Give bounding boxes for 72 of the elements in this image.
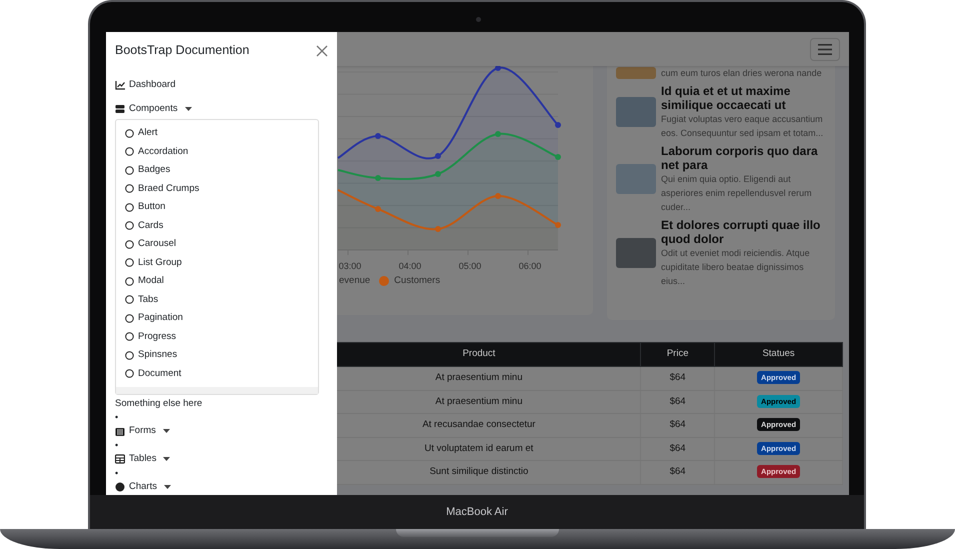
table-cell: $64 bbox=[640, 366, 715, 390]
menu-icon bbox=[818, 44, 832, 54]
list-bullet: • bbox=[115, 439, 120, 452]
caret-icon bbox=[184, 107, 192, 111]
caret-icon bbox=[162, 429, 170, 433]
dropdown-item[interactable]: Document bbox=[116, 364, 318, 383]
dropdown-item[interactable]: Modal bbox=[116, 272, 318, 290]
chart-icon bbox=[115, 80, 125, 90]
circle-icon bbox=[125, 332, 134, 342]
circle-icon bbox=[125, 221, 134, 230]
dropdown-item[interactable]: Badges bbox=[116, 161, 318, 180]
offcanvas-title: BootsTrap Documention bbox=[115, 43, 250, 58]
legend-label: evenue bbox=[339, 274, 370, 288]
axis-label: 04:00 bbox=[398, 261, 422, 271]
circle-icon bbox=[125, 184, 134, 194]
photo-placeholder bbox=[616, 164, 656, 194]
news-title[interactable]: Id quia et et ut maxime similique occaecati ut bbox=[661, 84, 828, 112]
axis-label: 05:00 bbox=[458, 261, 482, 271]
table-cell: $64 bbox=[640, 390, 715, 414]
photo-placeholder bbox=[616, 97, 656, 127]
close-button[interactable] bbox=[316, 44, 328, 56]
dropdown-item[interactable]: Alert bbox=[116, 124, 318, 142]
dropdown-item[interactable]: Braed Crumps bbox=[116, 180, 318, 198]
stack-icon bbox=[115, 104, 125, 114]
legend-label: Customers bbox=[394, 274, 440, 288]
news-excerpt: Odit ut eveniet modi reiciendis. Atque cupiditate libero beatae dignissimos eius... bbox=[661, 247, 811, 288]
close-icon bbox=[316, 44, 328, 56]
axis-label: 06:00 bbox=[518, 261, 542, 271]
circle-icon bbox=[125, 258, 134, 268]
news-title[interactable]: Laborum corporis quo dara net para bbox=[661, 144, 828, 172]
device-label: MacBook Air bbox=[446, 504, 508, 520]
camera-icon bbox=[476, 17, 481, 22]
calendar-icon bbox=[115, 426, 125, 436]
table-cell: $64 bbox=[640, 414, 715, 437]
list-bullet: • bbox=[115, 467, 120, 480]
nav-link[interactable]: Dashboard bbox=[115, 78, 328, 92]
news-title[interactable]: Et dolores corrupti quae illo quod dolor bbox=[661, 218, 828, 246]
table-icon bbox=[115, 454, 125, 464]
circle-icon bbox=[125, 350, 134, 360]
circle-icon bbox=[125, 166, 134, 175]
caret-icon bbox=[163, 457, 170, 461]
photo-placeholder bbox=[616, 238, 656, 268]
news-excerpt: Qui enim quia optio. Eligendi aut asperiores enim repellendusvel rerum cuder... bbox=[661, 173, 813, 214]
column-header: Statues bbox=[714, 342, 842, 366]
dropdown-item[interactable]: Cards bbox=[116, 216, 318, 235]
circle-icon bbox=[125, 202, 134, 212]
circle-icon bbox=[115, 482, 125, 492]
table-cell: $64 bbox=[640, 460, 715, 484]
circle-icon bbox=[125, 369, 134, 378]
circle-icon bbox=[125, 276, 134, 286]
dropdown-item[interactable]: List Group bbox=[116, 254, 318, 272]
table-cell: $64 bbox=[640, 437, 715, 460]
dropdown-item[interactable]: Button bbox=[116, 198, 318, 216]
news-excerpt: cum eum turos elan dries werona nande bbox=[661, 67, 822, 80]
dropdown-item[interactable]: Carousel bbox=[116, 235, 318, 254]
circle-icon bbox=[125, 295, 134, 304]
dropdown-toggle-link[interactable]: Compoents bbox=[115, 102, 328, 116]
dropdown-item[interactable]: Tabs bbox=[116, 290, 318, 309]
dropdown-item[interactable]: Progress bbox=[116, 328, 318, 346]
axis-label: 03:00 bbox=[338, 261, 362, 271]
circle-icon bbox=[125, 147, 134, 156]
circle-icon bbox=[125, 240, 134, 249]
circle-icon bbox=[125, 314, 134, 323]
news-excerpt: Fugiat voluptas vero eaque accusantium eos. Consequuntur sed ipsam et totam... bbox=[661, 113, 824, 140]
list-bullet: • bbox=[115, 411, 120, 424]
column-header: Price bbox=[640, 342, 715, 366]
photo-placeholder bbox=[616, 67, 656, 79]
dropdown-item[interactable]: Pagination bbox=[116, 309, 318, 328]
dropdown-item[interactable]: Accordation bbox=[116, 142, 318, 161]
menu-button[interactable] bbox=[810, 38, 840, 60]
circle-icon bbox=[125, 128, 134, 138]
dropdown-item[interactable]: Spinsnes bbox=[116, 346, 318, 364]
